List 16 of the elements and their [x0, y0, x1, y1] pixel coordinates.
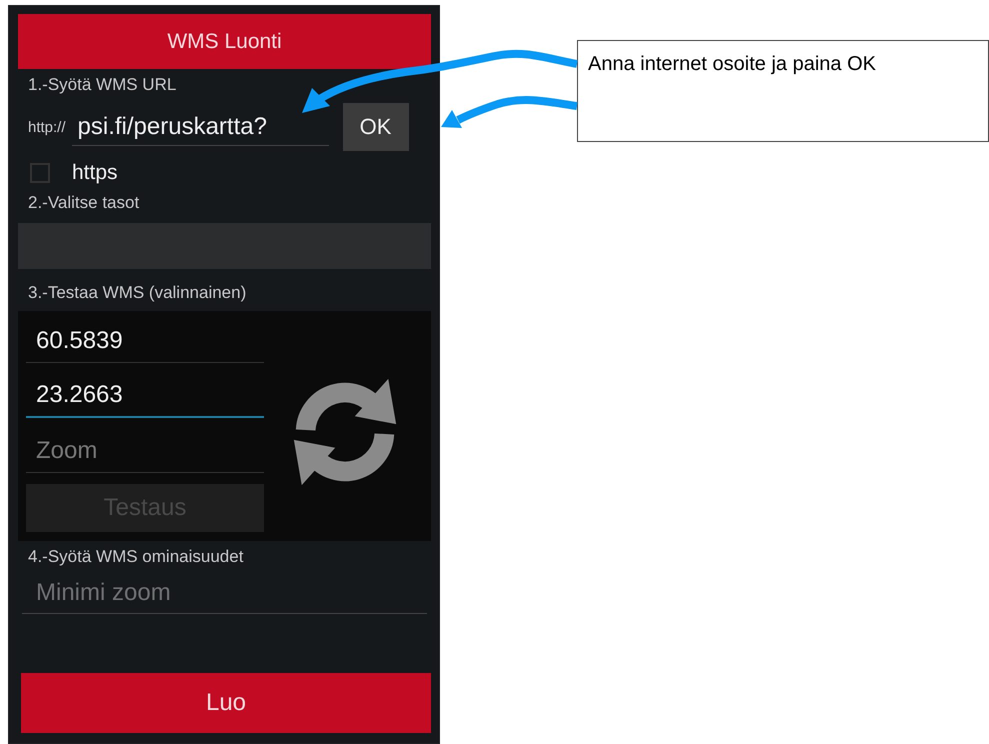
text-field[interactable]: Minimi zoom: [22, 571, 427, 614]
callout-text: Anna internet osoite ja paina OK: [588, 53, 876, 75]
checkbox-label: https: [72, 161, 118, 185]
create-button[interactable]: Luo: [21, 673, 431, 733]
text-field[interactable]: 60.5839: [26, 319, 264, 363]
url-field[interactable]: psi.fi/peruskartta?: [72, 108, 329, 146]
step-label: 3.-Testaa WMS (valinnainen): [28, 283, 248, 303]
url-prefix: http://: [28, 118, 66, 136]
ok-button[interactable]: OK: [342, 103, 409, 151]
step-label: 4.-Syötä WMS ominaisuudet: [28, 547, 244, 567]
https-checkbox[interactable]: [30, 163, 50, 183]
text-field[interactable]: Zoom: [26, 429, 264, 473]
screen-title: WMS Luonti: [167, 30, 282, 54]
step-label: 1.-Syötä WMS URL: [28, 75, 178, 95]
step-label: 2.-Valitse tasot: [28, 193, 140, 213]
text-field[interactable]: 23.2663: [26, 374, 264, 418]
